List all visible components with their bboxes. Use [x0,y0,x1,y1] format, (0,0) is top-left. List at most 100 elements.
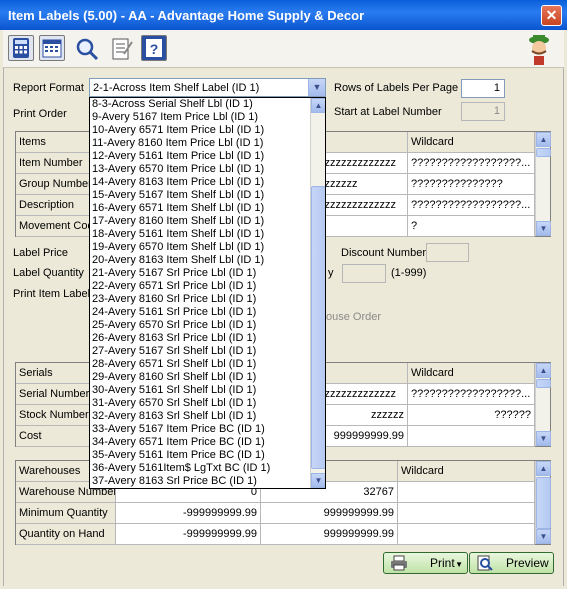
items-row-to[interactable]: zzzzzzz [316,174,408,195]
items-row-label: Movement Cod [16,216,91,237]
scroll-thumb[interactable] [311,186,325,469]
serials-row-wildcard[interactable]: ??????????????????... [408,384,535,405]
scroll-down-icon[interactable]: ▼ [536,431,551,446]
report-format-option[interactable]: 20-Avery 8163 Item Shelf Lbl (ID 1) [90,254,310,267]
report-format-option[interactable]: 12-Avery 5161 Item Price Lbl (ID 1) [90,150,310,163]
report-format-dropdown[interactable]: 8-3-Across Serial Shelf Lbl (ID 1) 9-Aver… [89,97,326,489]
report-format-option[interactable]: 11-Avery 8160 Item Price Lbl (ID 1) [90,137,310,150]
warehouses-row-label: Minimum Quantity [16,503,116,524]
serials-scrollbar[interactable]: ▲ ▼ [535,363,551,446]
report-format-option[interactable]: 29-Avery 8160 Srl Shelf Lbl (ID 1) [90,371,310,384]
report-format-option[interactable]: 30-Avery 5161 Srl Shelf Lbl (ID 1) [90,384,310,397]
report-format-option[interactable]: 35-Avery 5161 Item Price BC (ID 1) [90,449,310,462]
warehouses-scrollbar[interactable]: ▲ ▼ [535,461,551,544]
report-format-option[interactable]: 19-Avery 6570 Item Shelf Lbl (ID 1) [90,241,310,254]
scroll-thumb[interactable] [536,379,551,388]
printer-icon [390,555,408,571]
serials-row-to[interactable]: 999999999.99 [316,426,408,447]
report-format-option[interactable]: 14-Avery 8163 Item Price Lbl (ID 1) [90,176,310,189]
toolbar: ? [3,30,564,68]
chevron-down-icon[interactable]: ▼ [455,555,463,575]
items-row-to[interactable] [316,216,408,237]
print-order-label: Print Order [13,108,67,120]
warehouses-row-to[interactable]: 999999999.99 [261,503,398,524]
serials-row-label: Serial Number [16,384,91,405]
report-format-option[interactable]: 8-3-Across Serial Shelf Lbl (ID 1) [90,98,310,111]
dropdown-scrollbar[interactable]: ▲ ▼ [310,98,325,488]
label-quantity-range: (1-999) [391,267,427,279]
items-scrollbar[interactable]: ▲ ▼ [535,132,551,236]
report-format-option[interactable]: 22-Avery 6571 Srl Price Lbl (ID 1) [90,280,310,293]
report-format-option[interactable]: 28-Avery 6571 Srl Shelf Lbl (ID 1) [90,358,310,371]
items-row-label: Item Number [16,153,91,174]
help-icon[interactable]: ? [141,35,167,61]
serials-row-to[interactable]: zzzzzzzzzzzzzz [316,384,408,405]
scroll-thumb[interactable] [536,148,551,157]
report-format-combo[interactable]: 2-1-Across Item Shelf Label (ID 1) ▼ [89,78,326,97]
report-format-options: 8-3-Across Serial Shelf Lbl (ID 1) 9-Aver… [90,98,310,488]
items-row-wildcard[interactable]: ??????????????????... [408,153,535,174]
scroll-thumb[interactable] [536,477,551,529]
report-format-option[interactable]: 31-Avery 6570 Srl Shelf Lbl (ID 1) [90,397,310,410]
scroll-up-icon[interactable]: ▲ [536,363,551,378]
serials-row-wildcard[interactable]: ?????? [408,405,535,426]
scroll-up-icon[interactable]: ▲ [536,461,551,476]
preview-label: Preview [506,556,549,570]
scroll-up-icon[interactable]: ▲ [536,132,551,147]
warehouses-row-wildcard[interactable] [398,482,535,503]
report-format-option[interactable]: 26-Avery 8163 Srl Price Lbl (ID 1) [90,332,310,345]
report-format-option[interactable]: 32-Avery 8163 Srl Shelf Lbl (ID 1) [90,410,310,423]
items-row-to[interactable]: zzzzzzzzzzzzzz [316,153,408,174]
scroll-down-icon[interactable]: ▼ [536,529,551,544]
warehouses-row-label: Quantity on Hand [16,524,116,545]
report-format-option[interactable]: 33-Avery 5167 Item Price BC (ID 1) [90,423,310,436]
report-format-option[interactable]: 36-Avery 5161Item$ LgTxt BC (ID 1) [90,462,310,475]
scroll-down-icon[interactable]: ▼ [536,221,551,236]
start-at-label: Start at Label Number [334,106,442,118]
items-row-wildcard[interactable]: ? [408,216,535,237]
report-format-option[interactable]: 16-Avery 6571 Item Shelf Lbl (ID 1) [90,202,310,215]
report-format-option[interactable]: 27-Avery 5167 Srl Shelf Lbl (ID 1) [90,345,310,358]
print-button[interactable]: Print ▼ [383,552,468,574]
discount-number-input [426,243,469,262]
warehouses-row-wildcard[interactable] [398,503,535,524]
report-format-option[interactable]: 23-Avery 8160 Srl Price Lbl (ID 1) [90,293,310,306]
report-format-option[interactable]: 37-Avery 8163 Srl Price BC (ID 1) [90,475,310,488]
warehouses-row-from[interactable]: -999999999.99 [116,524,261,545]
items-header-to [316,132,408,153]
items-row-to[interactable]: zzzzzzzzzzzzzz [316,195,408,216]
title-bar: Item Labels (5.00) - AA - Advantage Home… [0,0,567,30]
items-row-wildcard[interactable]: ??????????????? [408,174,535,195]
report-format-option[interactable]: 10-Avery 6571 Item Price Lbl (ID 1) [90,124,310,137]
report-format-option[interactable]: 21-Avery 5167 Srl Price Lbl (ID 1) [90,267,310,280]
label-price-label: Label Price [13,247,69,259]
calculator-icon[interactable] [8,35,34,61]
rows-per-page-input[interactable]: 1 [461,79,505,98]
report-format-option[interactable]: 17-Avery 8160 Item Shelf Lbl (ID 1) [90,215,310,228]
warehouses-row-from[interactable]: -999999999.99 [116,503,261,524]
serials-row-wildcard[interactable] [408,426,535,447]
report-format-option[interactable]: 13-Avery 6570 Item Price Lbl (ID 1) [90,163,310,176]
warehouses-row-to[interactable]: 999999999.99 [261,524,398,545]
report-format-option[interactable]: 9-Avery 5167 Item Price Lbl (ID 1) [90,111,310,124]
warehouses-row-wildcard[interactable] [398,524,535,545]
scroll-down-icon[interactable]: ▼ [311,473,325,488]
label-quantity-input [342,264,386,283]
serials-row-to[interactable]: zzzzzz [316,405,408,426]
report-format-option[interactable]: 34-Avery 6571 Item Price BC (ID 1) [90,436,310,449]
label-quantity-label: Label Quantity [13,267,84,279]
house-order-option[interactable]: ouse Order [326,311,381,323]
window-title: Item Labels (5.00) - AA - Advantage Home… [8,8,365,23]
report-format-option[interactable]: 25-Avery 6570 Srl Price Lbl (ID 1) [90,319,310,332]
report-format-option[interactable]: 24-Avery 5161 Srl Price Lbl (ID 1) [90,306,310,319]
items-row-wildcard[interactable]: ??????????????????... [408,195,535,216]
calendar-icon[interactable] [39,35,65,61]
close-button[interactable]: ✕ [541,5,562,26]
report-format-option[interactable]: 18-Avery 5161 Item Shelf Lbl (ID 1) [90,228,310,241]
preview-button[interactable]: Preview [469,552,554,574]
checklist-icon[interactable] [107,35,133,61]
report-format-option[interactable]: 15-Avery 5167 Item Shelf Lbl (ID 1) [90,189,310,202]
scroll-up-icon[interactable]: ▲ [311,98,325,113]
chevron-down-icon[interactable]: ▼ [308,79,325,96]
magnifier-icon[interactable] [73,35,99,61]
